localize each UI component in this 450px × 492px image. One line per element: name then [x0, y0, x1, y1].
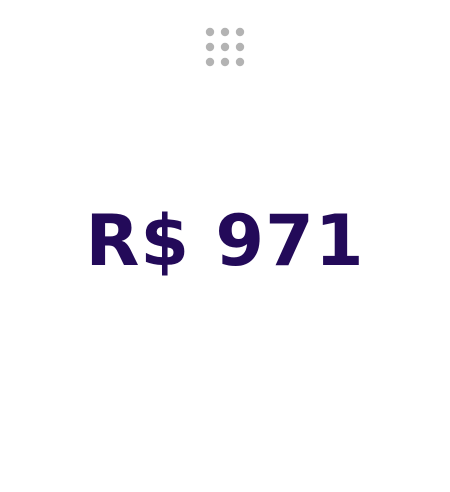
grid-icon[interactable] — [205, 27, 245, 67]
price-amount: R$ 971 — [85, 200, 365, 282]
price-screen: R$ 971 — [0, 0, 450, 492]
